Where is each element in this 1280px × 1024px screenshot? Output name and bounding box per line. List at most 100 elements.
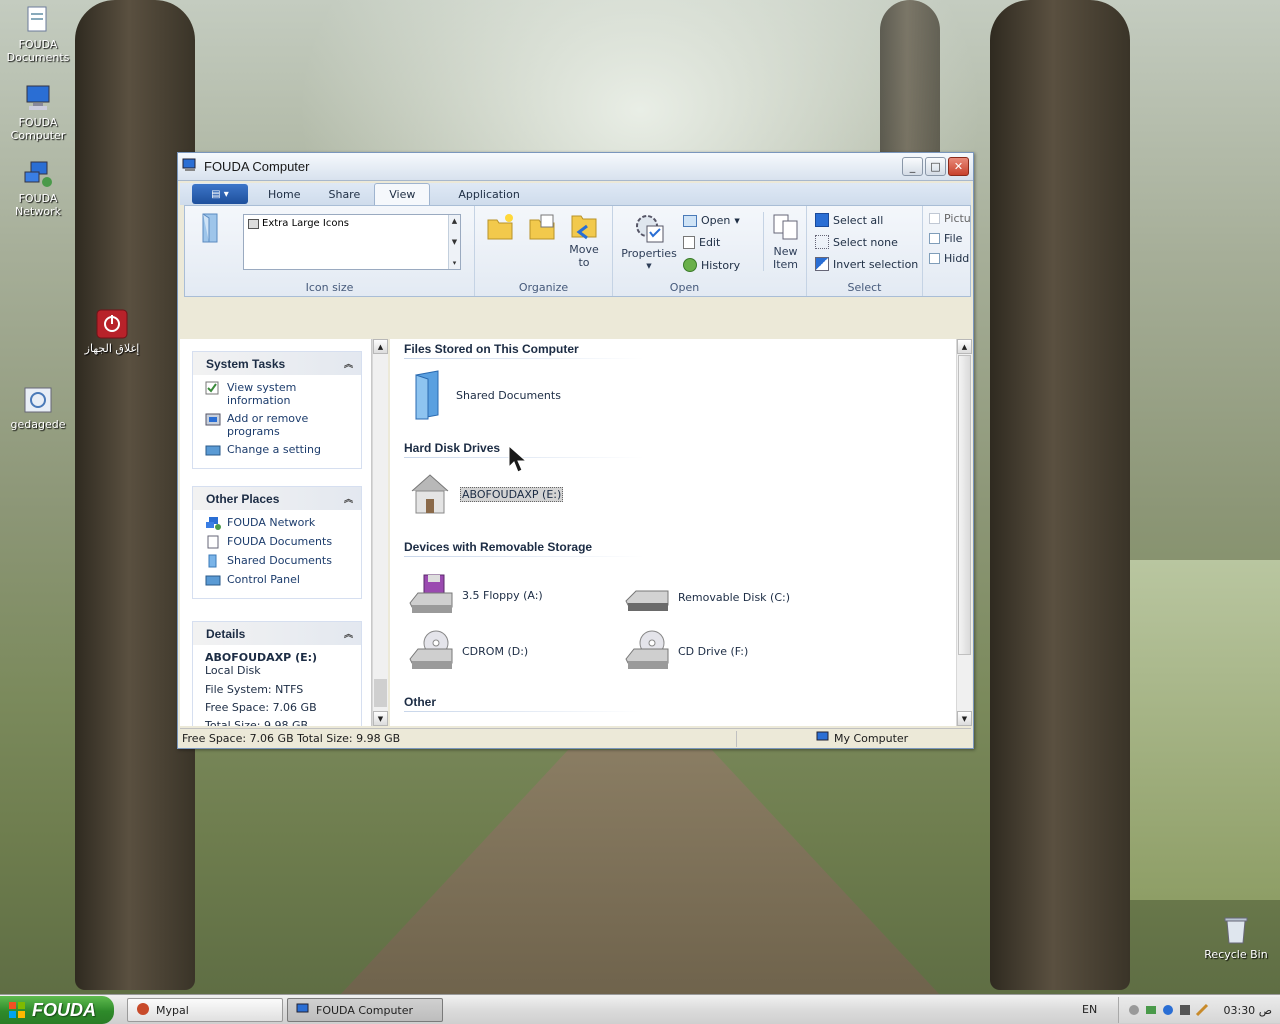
scroll-down-arrow[interactable]: ▼ bbox=[957, 711, 972, 726]
desktop-icon-shutdown[interactable]: إغلاق الجهاز bbox=[74, 308, 150, 355]
collapse-icon[interactable]: ︽ bbox=[344, 492, 353, 505]
item-drive-e[interactable]: ABOFOUDAXP (E:) bbox=[408, 469, 564, 519]
desktop-icon-label: إغلاق الجهاز bbox=[84, 342, 140, 355]
task-pane-scrollbar[interactable]: ▲ ▼ bbox=[372, 339, 388, 726]
scroll-up-arrow[interactable]: ▲ bbox=[957, 339, 972, 354]
programs-icon bbox=[205, 412, 221, 426]
select-all-button[interactable]: Select all bbox=[815, 213, 883, 227]
history-icon bbox=[683, 258, 697, 272]
task-view-system-info[interactable]: View system information bbox=[205, 381, 353, 407]
tab-view[interactable]: View bbox=[374, 183, 431, 205]
item-label: Shared Documents bbox=[456, 388, 561, 402]
new-item-button[interactable]: New Item bbox=[763, 212, 803, 271]
scroll-up-arrow[interactable]: ▲ bbox=[373, 339, 388, 354]
group-show-hide: Pictu File Hidd bbox=[923, 206, 970, 296]
properties-button[interactable]: Properties ▼ bbox=[621, 212, 677, 273]
wallpaper-field bbox=[1130, 560, 1280, 900]
section-header-hdd: Hard Disk Drives bbox=[404, 441, 501, 455]
tab-application[interactable]: Application bbox=[444, 185, 533, 205]
picture-checkbox[interactable]: Pictu bbox=[929, 212, 970, 225]
new-folder-button[interactable] bbox=[485, 212, 515, 245]
item-cdrom-d[interactable]: CDROM (D:) bbox=[408, 629, 528, 673]
scroll-down-arrow[interactable]: ▼ bbox=[373, 711, 388, 726]
scroll-thumb[interactable] bbox=[958, 355, 971, 655]
explorer-window: FOUDA Computer _ □ ✕ ▤ ▾ Home Share View… bbox=[177, 152, 974, 749]
window-titlebar[interactable]: FOUDA Computer _ □ ✕ bbox=[178, 153, 973, 181]
section-header-files: Files Stored on This Computer bbox=[404, 342, 579, 356]
tab-share[interactable]: Share bbox=[314, 185, 374, 205]
close-button[interactable]: ✕ bbox=[948, 157, 969, 176]
content-pane: Files Stored on This Computer Shared Doc… bbox=[390, 339, 956, 726]
clock[interactable]: 03:30 ص bbox=[1223, 1004, 1272, 1017]
task-change-setting[interactable]: Change a setting bbox=[205, 443, 353, 457]
panel-title: Details bbox=[206, 626, 246, 641]
minimize-button[interactable]: _ bbox=[902, 157, 923, 176]
system-tasks-header[interactable]: System Tasks ︽ bbox=[193, 352, 361, 375]
language-indicator[interactable]: EN bbox=[1082, 1003, 1097, 1016]
maximize-button[interactable]: □ bbox=[925, 157, 946, 176]
place-fouda-documents[interactable]: FOUDA Documents bbox=[205, 535, 353, 549]
desktop-icon-fouda-network[interactable]: FOUDA Network bbox=[0, 158, 76, 218]
place-fouda-network[interactable]: FOUDA Network bbox=[205, 516, 353, 530]
select-none-button[interactable]: Select none bbox=[815, 235, 898, 249]
item-shared-documents[interactable]: Shared Documents bbox=[408, 369, 561, 421]
wallpaper-trunk-right bbox=[990, 0, 1130, 990]
icon-size-list[interactable]: Extra Large Icons ▲ ▼ ▾ bbox=[243, 214, 461, 270]
folder-icon bbox=[529, 214, 555, 240]
select-none-label: Select none bbox=[833, 235, 898, 249]
select-all-label: Select all bbox=[833, 213, 884, 227]
start-button[interactable]: FOUDA bbox=[0, 996, 114, 1024]
shared-folder-icon bbox=[415, 370, 439, 420]
checkbox bbox=[929, 253, 940, 264]
status-text: Free Space: 7.06 GB Total Size: 9.98 GB bbox=[182, 732, 401, 745]
task-label: View system information bbox=[227, 381, 297, 407]
scroll-thumb[interactable] bbox=[374, 679, 387, 707]
checkbox bbox=[929, 213, 940, 224]
wallpaper-trunk-mid bbox=[880, 0, 940, 160]
tab-home[interactable]: Home bbox=[254, 185, 314, 205]
chevron-down-icon: ▼ bbox=[734, 216, 740, 225]
place-shared-documents[interactable]: Shared Documents bbox=[205, 554, 353, 568]
item-label: CDROM (D:) bbox=[462, 644, 529, 658]
hidden-items-checkbox[interactable]: Hidd bbox=[929, 252, 969, 265]
item-label: CD Drive (F:) bbox=[678, 644, 749, 658]
wallpaper-road bbox=[340, 750, 940, 995]
ribbon-tabs: ▤ ▾ Home Share View Application bbox=[180, 183, 971, 205]
control-panel-icon bbox=[205, 443, 221, 457]
new-item-label: New Item bbox=[772, 245, 799, 271]
desktop-icon-label: gedagede bbox=[10, 418, 66, 431]
move-to-label: Move to bbox=[569, 243, 599, 269]
taskbar-button-mypal[interactable]: Mypal bbox=[127, 998, 283, 1022]
item-floppy-a[interactable]: 3.5 Floppy (A:) bbox=[408, 573, 543, 617]
move-to-button[interactable]: Move to bbox=[567, 210, 601, 269]
application-icon bbox=[22, 384, 54, 416]
tray-icons[interactable] bbox=[1127, 1003, 1209, 1017]
desktop-icon-recycle-bin[interactable]: Recycle Bin bbox=[1198, 914, 1274, 961]
desktop-icon-gedagede[interactable]: gedagede bbox=[0, 384, 76, 431]
move-folder-icon bbox=[571, 215, 597, 240]
security-icon bbox=[1163, 1005, 1173, 1015]
icon-size-scrollbar[interactable]: ▲ ▼ ▾ bbox=[448, 215, 460, 269]
details-header[interactable]: Details ︽ bbox=[193, 622, 361, 645]
open-button[interactable]: Open ▼ bbox=[683, 214, 740, 227]
navigation-pane-button[interactable] bbox=[197, 212, 223, 247]
desktop-icon-fouda-documents[interactable]: FOUDA Documents bbox=[0, 4, 76, 64]
invert-selection-button[interactable]: Invert selection bbox=[815, 257, 918, 271]
copy-to-button[interactable] bbox=[527, 212, 557, 245]
place-control-panel[interactable]: Control Panel bbox=[205, 573, 353, 587]
desktop-icon-fouda-computer[interactable]: FOUDA Computer bbox=[0, 82, 76, 142]
content-scrollbar[interactable]: ▲ ▼ bbox=[956, 339, 972, 726]
history-button[interactable]: History bbox=[683, 258, 740, 272]
collapse-icon[interactable]: ︽ bbox=[344, 357, 353, 370]
collapse-icon[interactable]: ︽ bbox=[344, 627, 353, 640]
task-add-remove-programs[interactable]: Add or remove programs bbox=[205, 412, 353, 438]
menu-icon: ▤ ▾ bbox=[211, 188, 229, 200]
taskbar-button-fouda-computer[interactable]: FOUDA Computer bbox=[287, 998, 443, 1022]
icon-size-option[interactable]: Extra Large Icons bbox=[248, 218, 349, 229]
file-extensions-checkbox[interactable]: File bbox=[929, 232, 962, 245]
item-cd-f[interactable]: CD Drive (F:) bbox=[624, 629, 748, 673]
edit-button[interactable]: Edit bbox=[683, 236, 720, 249]
application-menu-button[interactable]: ▤ ▾ bbox=[192, 184, 248, 204]
other-places-header[interactable]: Other Places ︽ bbox=[193, 487, 361, 510]
item-removable-c[interactable]: Removable Disk (C:) bbox=[624, 577, 790, 617]
